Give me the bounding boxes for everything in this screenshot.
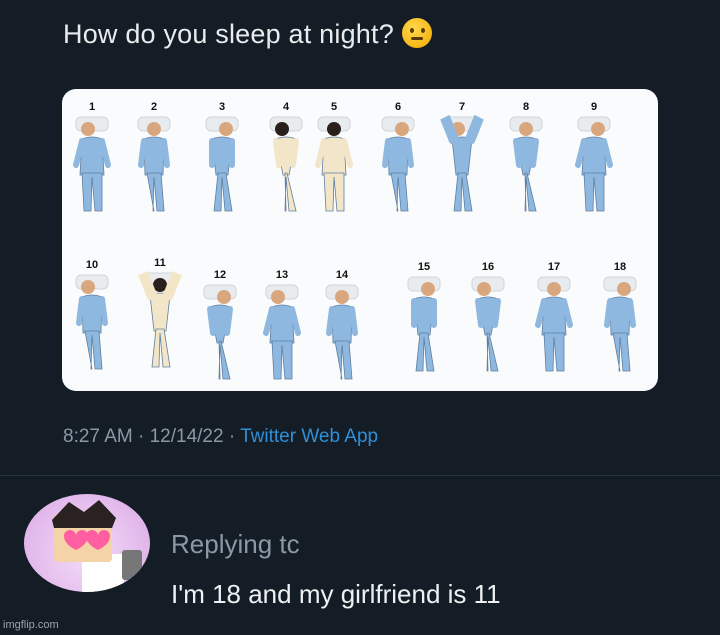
position-number: 6 [394,101,402,113]
sleeping-person-icon [535,276,573,372]
position-number: 17 [547,261,561,273]
position-number: 9 [590,101,598,113]
divider [0,475,720,476]
reply-text: I'm 18 and my girlfriend is 11 [171,579,501,609]
sleeping-person-icon [509,116,543,212]
sleeping-person-icon [603,276,637,372]
tweet-meta: 8:27 AM · 12/14/22 · Twitter Web App [63,426,378,448]
sleep-position-figure: 8 [498,101,554,215]
sleeping-person-icon [75,274,109,370]
sleeping-person-icon [325,284,359,380]
sleep-position-figure: 9 [566,101,622,215]
sleep-position-figure: 7 [434,101,490,215]
sleep-position-figure: 3 [194,101,250,215]
position-number: 14 [335,269,349,281]
tweet-timestamp: 8:27 AM · 12/14/22 · [63,426,236,447]
position-number: 10 [85,259,99,271]
position-number: 3 [218,101,226,113]
sleep-position-figure: 18 [592,261,648,375]
sleep-position-figure: 1 [64,101,120,215]
sleeping-person-icon [137,116,171,212]
position-number: 7 [458,101,466,113]
sleeping-person-icon [263,284,301,380]
sleeping-person-icon [407,276,441,372]
sleeping-person-icon [575,116,613,212]
sleep-position-figure: 6 [370,101,426,215]
thinking-face-icon [401,18,432,48]
watermark: imgflip.com [3,619,59,631]
position-number: 11 [154,257,166,269]
position-number: 18 [613,261,627,273]
sleep-position-figure: 12 [192,269,248,383]
sleep-position-figure: 17 [526,261,582,375]
position-number: 15 [417,261,431,273]
position-number: 5 [330,101,338,113]
position-number: 8 [522,101,530,113]
sleep-position-figure: 2 [126,101,182,215]
sleep-position-figure: 13 [254,269,310,383]
sleep-position-figure: 10 [64,259,120,373]
sleep-position-figure: 16 [460,261,516,375]
sleeping-person-icon [73,116,111,212]
avatar-figure [52,500,142,592]
sleeping-person-icon [381,116,415,212]
sleeping-person-icon [471,276,505,372]
roblox-avatar-icon[interactable] [24,494,150,592]
tweet-text-label: How do you sleep at night? [63,19,394,49]
sleep-position-figure: 15 [396,261,452,375]
sleep-position-figure: 11 [132,257,188,371]
sleeping-person-icon [205,116,239,212]
tweet-text: How do you sleep at night? [63,18,432,50]
sleeping-person-icon [203,284,237,380]
sleep-position-figure: 5 [306,101,362,215]
sleeping-person-icon [138,271,182,368]
position-number: 12 [213,269,227,281]
position-number: 16 [481,261,495,273]
tweet-source-link[interactable]: Twitter Web App [240,426,378,447]
position-number: 13 [275,269,289,281]
position-number: 2 [150,101,158,113]
sleeping-person-icon [440,115,484,212]
position-number: 1 [88,101,96,113]
sleeping-person-icon [315,116,353,212]
sleep-positions-image[interactable]: 1 2 3 4 5 6 7 8 9 10 11 12 13 14 15 16 17 18 [62,89,658,391]
sleep-position-figure: 14 [314,269,370,383]
replying-to-label: Replying tc [171,529,300,559]
